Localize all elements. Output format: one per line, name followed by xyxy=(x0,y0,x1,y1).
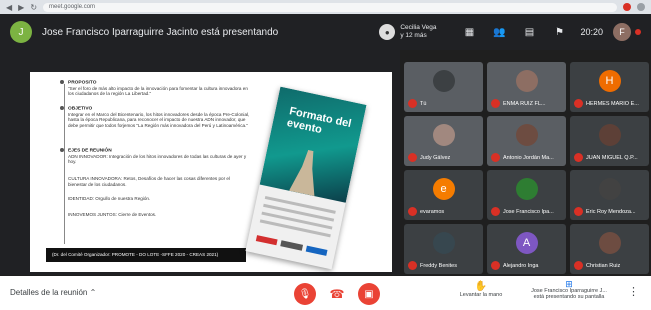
slide-section-cultura: CULTURA INNOVADORA: Retos, Desafíos de h… xyxy=(68,176,230,187)
participant-avatar: A xyxy=(515,232,538,254)
slide-section-identidad: IDENTIDAD: Orgullo de nuestra Región. xyxy=(68,196,151,201)
participant-name: Jose Francisco Ipa... xyxy=(491,207,554,216)
participant-avatar xyxy=(598,178,621,200)
participant-tile[interactable]: H HERMES MARIO E... xyxy=(570,62,649,112)
presentation-stage: PROPOSITO "Ser el foro de más alto impac… xyxy=(0,50,400,275)
presented-slide: PROPOSITO "Ser el foro de más alto impac… xyxy=(30,72,392,272)
participant-avatar xyxy=(598,232,621,254)
chevron-up-icon: ⌃ xyxy=(89,288,97,297)
participant-tile[interactable]: Freddy Benites xyxy=(404,224,483,274)
participant-avatar xyxy=(598,124,621,146)
participant-name: Antonio Jordán Ma... xyxy=(491,153,554,162)
participant-avatar xyxy=(432,232,455,254)
presenting-title: Jose Francisco Iparraguirre Jacinto está… xyxy=(42,26,279,38)
present-now-button[interactable]: ⊞ Jose Francisco Iparraguirre J... está … xyxy=(528,280,610,301)
participant-name: HERMES MARIO E... xyxy=(574,99,639,108)
participant-name: Judy Gálvez xyxy=(408,153,450,162)
participant-name: evaramos xyxy=(408,207,444,216)
mic-muted-icon xyxy=(574,153,583,162)
browser-chrome: ◀ ▶ ↻ meet.google.com xyxy=(0,0,651,14)
participant-tile[interactable]: e evaramos xyxy=(404,170,483,220)
participant-name: Eric Roy Mendoza... xyxy=(574,207,636,216)
meet-top-bar: J Jose Francisco Iparraguirre Jacinto es… xyxy=(0,14,651,50)
leave-call-button[interactable]: ☎ xyxy=(326,283,348,305)
camera-off-button[interactable]: ▣ xyxy=(358,283,380,305)
mic-muted-icon xyxy=(491,261,500,270)
mic-muted-icon xyxy=(574,207,583,216)
slide-section-objetivo: OBJETIVO Integrar en el Marco del Bicent… xyxy=(60,106,250,129)
mic-muted-icon xyxy=(491,153,500,162)
meeting-details-button[interactable]: Detalles de la reunión ⌃ xyxy=(10,288,96,297)
participant-tile[interactable]: Christian Ruiz xyxy=(570,224,649,274)
participant-name: Christian Ruiz xyxy=(574,261,620,270)
activities-icon[interactable]: ⚑ xyxy=(544,27,574,38)
guest-avatar: ● xyxy=(379,24,396,40)
extension-icon[interactable] xyxy=(623,3,631,11)
hang-up-icon: ☎ xyxy=(329,287,345,301)
camera-off-icon: ▣ xyxy=(364,288,374,300)
forward-icon[interactable]: ▶ xyxy=(18,3,24,12)
raise-hand-button[interactable]: ✋ Levantar la mano xyxy=(452,281,510,298)
my-avatar[interactable]: F xyxy=(613,23,631,41)
participant-tile[interactable]: JUAN MIGUEL Q.P... xyxy=(570,116,649,166)
mic-muted-icon xyxy=(574,261,583,270)
participant-tile[interactable]: A Alejandro Inga xyxy=(487,224,566,274)
participants-summary[interactable]: ● Cecilia Vega y 12 más xyxy=(379,24,436,40)
participant-avatar xyxy=(515,70,538,92)
participant-avatar xyxy=(432,124,455,146)
hand-icon: ✋ xyxy=(474,281,488,292)
participant-tile[interactable]: Judy Gálvez xyxy=(404,116,483,166)
participant-tile[interactable]: ENMA RUIZ FL... xyxy=(487,62,566,112)
mic-muted-icon xyxy=(491,99,500,108)
participant-grid: Tú ENMA RUIZ FL... H HERMES MARIO E... Judy … xyxy=(400,62,651,277)
slide-section-ejes: EJES DE REUNIÓN ADN INNOVADOR: Integraci… xyxy=(60,148,250,165)
mic-off-icon: 🎙 xyxy=(298,288,312,300)
mic-muted-icon xyxy=(408,207,417,216)
guest-name: Cecilia Vega xyxy=(400,24,437,31)
brochure-title: Formato del evento xyxy=(285,105,353,137)
mic-muted-icon xyxy=(408,261,417,270)
participant-avatar xyxy=(515,124,538,146)
participant-avatar xyxy=(432,70,455,92)
slide-section-proposito: PROPOSITO "Ser el foro de más alto impac… xyxy=(60,80,250,97)
chat-icon[interactable]: ▤ xyxy=(514,27,544,38)
event-brochure-image: Formato del evento xyxy=(245,86,367,270)
participant-tile[interactable]: Eric Roy Mendoza... xyxy=(570,170,649,220)
layout-icon[interactable]: ▦ xyxy=(454,27,484,38)
participant-tile[interactable]: Jose Francisco Ipa... xyxy=(487,170,566,220)
participant-tile[interactable]: Antonio Jordán Ma... xyxy=(487,116,566,166)
participant-avatar: e xyxy=(432,178,455,200)
participant-tile[interactable]: Tú xyxy=(404,62,483,112)
presenter-avatar: J xyxy=(10,21,32,43)
more-options-icon[interactable]: ⋮ xyxy=(628,285,639,298)
recording-dot xyxy=(635,29,641,35)
back-icon[interactable]: ◀ xyxy=(6,3,12,12)
mic-muted-icon xyxy=(491,207,500,216)
profile-icon[interactable] xyxy=(637,3,645,11)
meet-bottom-bar: Detalles de la reunión ⌃ 🎙 ☎ ▣ ✋ Levanta… xyxy=(0,276,651,310)
participant-name: Tú xyxy=(408,99,426,108)
mic-muted-icon xyxy=(408,153,417,162)
slide-section-innovemos: INNOVEMOS JUNTOS: Cierre de Eventos. xyxy=(68,212,157,217)
mic-muted-icon xyxy=(408,99,417,108)
participant-avatar xyxy=(515,178,538,200)
microphone-off-button[interactable]: 🎙 xyxy=(294,283,316,305)
slide-caption: (Dr. del Comité Organizador: PROMOTE - D… xyxy=(46,248,246,262)
participant-avatar: H xyxy=(598,70,621,92)
address-bar[interactable]: meet.google.com xyxy=(43,2,617,12)
guest-count: y 12 más xyxy=(400,32,427,39)
clock: 20:20 xyxy=(580,27,603,37)
monument-image xyxy=(289,148,324,196)
people-icon[interactable]: 👥 xyxy=(484,27,514,38)
participant-name: ENMA RUIZ FL... xyxy=(491,99,545,108)
participant-name: Freddy Benites xyxy=(408,261,457,270)
reload-icon[interactable]: ↻ xyxy=(30,3,37,12)
participant-name: Alejandro Inga xyxy=(491,261,538,270)
participant-name: JUAN MIGUEL Q.P... xyxy=(574,153,638,162)
mic-muted-icon xyxy=(574,99,583,108)
